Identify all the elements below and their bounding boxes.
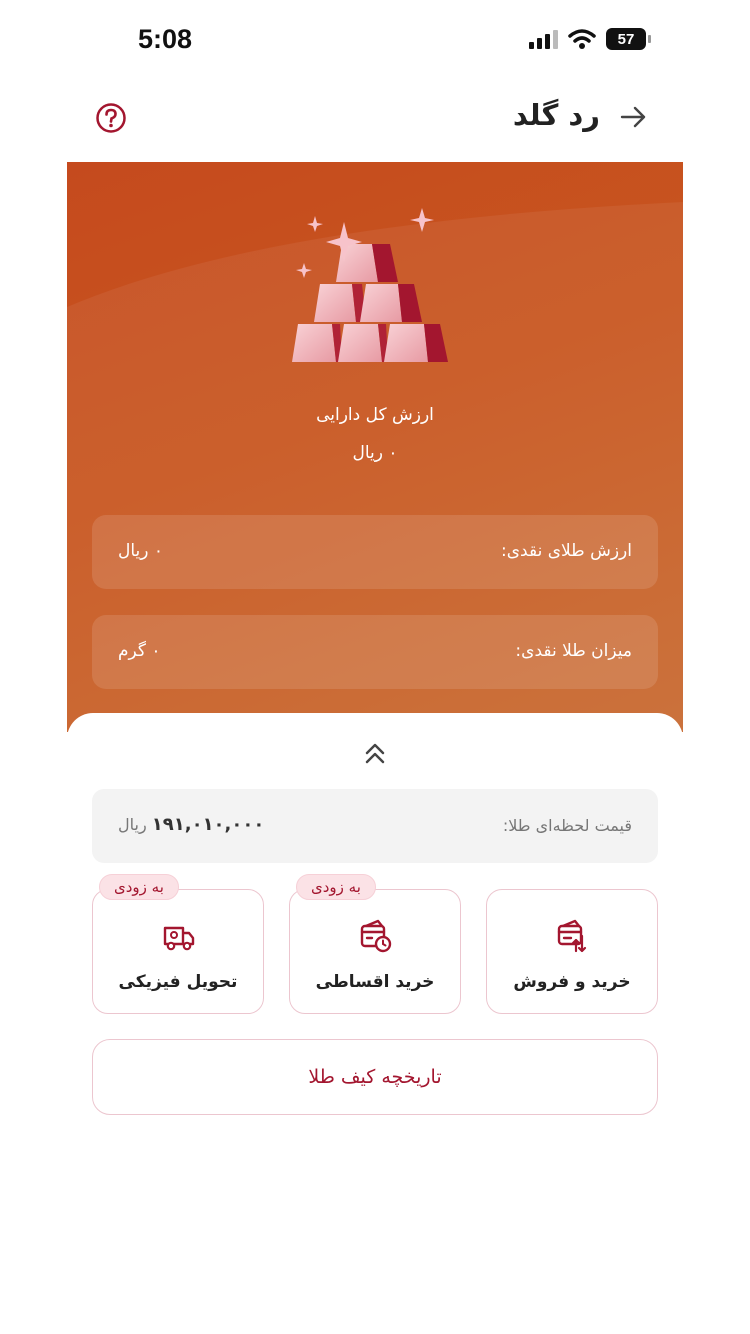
page-title: رد گلد	[512, 98, 600, 132]
cash-gold-amount-label: میزان طلا نقدی:	[515, 641, 632, 661]
price-unit: ریال	[118, 815, 147, 834]
wifi-icon	[568, 29, 596, 49]
bottom-sheet: قیمت لحظه‌ای طلا: ۱۹۱,۰۱۰,۰۰۰ ریال خرید …	[67, 713, 683, 1334]
installment-purchase-button[interactable]: به زودی خرید اقساطی	[289, 874, 461, 1014]
cash-gold-value-card: ارزش طلای نقدی: ۰ ریال	[92, 515, 658, 589]
gold-bars-icon	[292, 208, 448, 362]
buy-sell-icon	[557, 919, 587, 953]
cash-gold-value: ۰ ریال	[118, 541, 164, 561]
status-icons: 57	[529, 28, 651, 50]
buy-sell-button[interactable]: خرید و فروش	[486, 889, 658, 1014]
help-icon[interactable]	[95, 102, 127, 134]
live-gold-price: قیمت لحظه‌ای طلا: ۱۹۱,۰۱۰,۰۰۰ ریال	[92, 789, 658, 863]
physical-delivery-button[interactable]: به زودی تحویل فیزیکی	[92, 874, 264, 1014]
live-gold-price-value: ۱۹۱,۰۱۰,۰۰۰ ریال	[118, 814, 264, 835]
installment-purchase-label: خرید اقساطی	[315, 972, 435, 992]
back-arrow-icon[interactable]	[618, 102, 648, 132]
delivery-truck-icon	[163, 926, 195, 951]
app-header: رد گلد	[0, 84, 750, 162]
status-bar: 5:08 57	[0, 0, 750, 84]
cash-gold-amount: ۰ گرم	[118, 641, 161, 661]
cash-gold-amount-card: میزان طلا نقدی: ۰ گرم	[92, 615, 658, 689]
installment-icon	[360, 919, 392, 953]
total-assets-label: ارزش کل دارایی	[316, 405, 434, 425]
chevrons-up-icon[interactable]	[360, 738, 390, 768]
cash-gold-value-label: ارزش طلای نقدی:	[501, 541, 632, 561]
battery-icon: 57	[606, 28, 651, 50]
gold-wallet-history-button[interactable]: تاریخچه کیف طلا	[92, 1039, 658, 1115]
coming-soon-badge: به زودی	[99, 874, 179, 900]
buy-sell-label: خرید و فروش	[513, 972, 631, 992]
total-assets-value: ۰ ریال	[352, 443, 398, 463]
asset-summary-panel: ارزش کل دارایی ۰ ریال ارزش طلای نقدی: ۰ …	[67, 162, 683, 732]
price-number: ۱۹۱,۰۱۰,۰۰۰	[151, 814, 265, 835]
status-time: 5:08	[138, 24, 193, 54]
signal-icon	[529, 29, 558, 49]
coming-soon-badge: به زودی	[296, 874, 376, 900]
physical-delivery-label: تحویل فیزیکی	[118, 972, 238, 992]
live-gold-price-label: قیمت لحظه‌ای طلا:	[502, 816, 632, 835]
